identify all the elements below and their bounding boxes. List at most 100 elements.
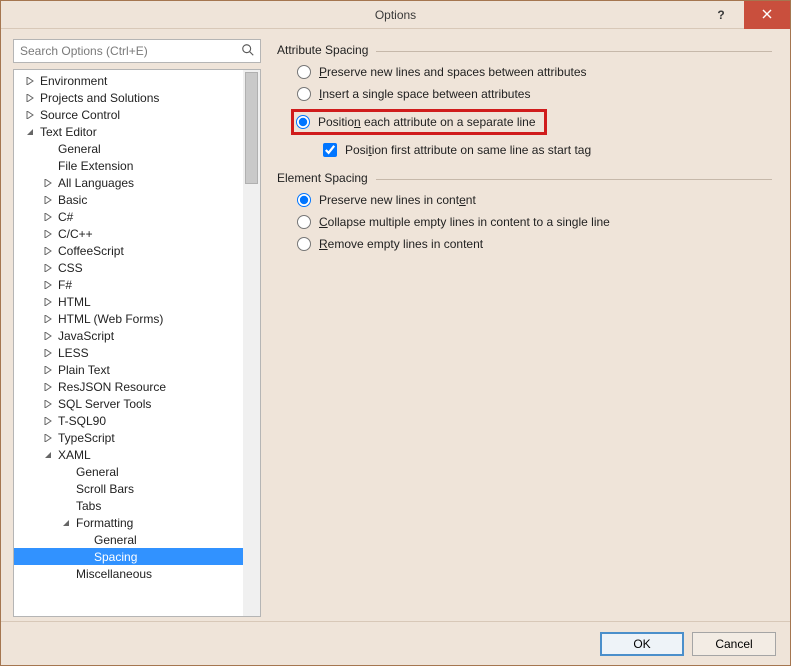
chevron-right-icon[interactable]: [42, 415, 54, 427]
chevron-right-icon[interactable]: [42, 228, 54, 240]
tree-node[interactable]: Basic: [14, 191, 243, 208]
checkbox-first-same-line[interactable]: [323, 143, 337, 157]
chevron-right-icon[interactable]: [42, 432, 54, 444]
dialog-body: EnvironmentProjects and SolutionsSource …: [1, 29, 790, 621]
tree-node-label: XAML: [56, 448, 91, 462]
tree-node[interactable]: CSS: [14, 259, 243, 276]
tree-scrollbar[interactable]: [243, 70, 260, 616]
tree-node[interactable]: LESS: [14, 344, 243, 361]
close-button[interactable]: [744, 1, 790, 29]
tree-node[interactable]: Spacing: [14, 548, 243, 565]
chevron-right-icon[interactable]: [42, 347, 54, 359]
tree-node[interactable]: HTML: [14, 293, 243, 310]
tree-node[interactable]: XAML: [14, 446, 243, 463]
chevron-right-icon[interactable]: [42, 194, 54, 206]
chevron-right-icon[interactable]: [42, 211, 54, 223]
close-icon: [762, 8, 772, 22]
category-tree[interactable]: EnvironmentProjects and SolutionsSource …: [14, 70, 243, 616]
tree-node[interactable]: TypeScript: [14, 429, 243, 446]
tree-node[interactable]: ResJSON Resource: [14, 378, 243, 395]
section-header: Element Spacing: [277, 171, 772, 185]
attr-opt-preserve[interactable]: Preserve new lines and spaces between at…: [297, 65, 772, 79]
chevron-down-icon[interactable]: [60, 517, 72, 529]
radio-label: Remove empty lines in content: [319, 237, 483, 251]
tree-node[interactable]: C#: [14, 208, 243, 225]
tree-node[interactable]: Text Editor: [14, 123, 243, 140]
tree-node[interactable]: CoffeeScript: [14, 242, 243, 259]
tree-node[interactable]: C/C++: [14, 225, 243, 242]
ok-button[interactable]: OK: [600, 632, 684, 656]
tree-node-label: Environment: [38, 74, 107, 88]
radio-preserve-content[interactable]: [297, 193, 311, 207]
elem-opt-remove[interactable]: Remove empty lines in content: [297, 237, 772, 251]
tree-node-label: C#: [56, 210, 73, 224]
radio-remove-lines[interactable]: [297, 237, 311, 251]
radio-collapse-lines[interactable]: [297, 215, 311, 229]
tree-node-label: Miscellaneous: [74, 567, 152, 581]
chevron-right-icon[interactable]: [42, 398, 54, 410]
attr-sub-first-same-line[interactable]: Position first attribute on same line as…: [323, 143, 772, 157]
chevron-right-icon[interactable]: [24, 75, 36, 87]
no-icon: [78, 551, 90, 563]
chevron-right-icon[interactable]: [42, 262, 54, 274]
search-input[interactable]: [13, 39, 261, 63]
chevron-right-icon[interactable]: [42, 177, 54, 189]
tree-node[interactable]: General: [14, 531, 243, 548]
tree-node[interactable]: General: [14, 140, 243, 157]
chevron-right-icon[interactable]: [24, 92, 36, 104]
tree-node[interactable]: Miscellaneous: [14, 565, 243, 582]
chevron-right-icon[interactable]: [42, 313, 54, 325]
chevron-down-icon[interactable]: [24, 126, 36, 138]
chevron-right-icon[interactable]: [42, 245, 54, 257]
tree-node-label: General: [74, 465, 119, 479]
chevron-down-icon[interactable]: [42, 449, 54, 461]
tree-node[interactable]: Formatting: [14, 514, 243, 531]
tree-node-label: Scroll Bars: [74, 482, 134, 496]
chevron-right-icon[interactable]: [42, 279, 54, 291]
search-icon: [241, 43, 255, 57]
chevron-right-icon[interactable]: [42, 381, 54, 393]
tree-node[interactable]: General: [14, 463, 243, 480]
tree-node[interactable]: Projects and Solutions: [14, 89, 243, 106]
help-icon: ?: [717, 8, 724, 22]
chevron-right-icon[interactable]: [42, 330, 54, 342]
radio-separate-line[interactable]: [296, 115, 310, 129]
no-icon: [60, 483, 72, 495]
attr-opt-separate-line[interactable]: Position each attribute on a separate li…: [291, 109, 772, 135]
tree-node[interactable]: Environment: [14, 72, 243, 89]
tree-node[interactable]: JavaScript: [14, 327, 243, 344]
element-spacing-section: Element Spacing Preserve new lines in co…: [277, 171, 772, 259]
no-icon: [42, 160, 54, 172]
chevron-right-icon[interactable]: [24, 109, 36, 121]
tree-node[interactable]: All Languages: [14, 174, 243, 191]
tree-node-label: Tabs: [74, 499, 101, 513]
radio-preserve-attr[interactable]: [297, 65, 311, 79]
tree-node[interactable]: File Extension: [14, 157, 243, 174]
elem-opt-collapse[interactable]: Collapse multiple empty lines in content…: [297, 215, 772, 229]
tree-node[interactable]: T-SQL90: [14, 412, 243, 429]
tree-node[interactable]: F#: [14, 276, 243, 293]
tree-node-label: Text Editor: [38, 125, 97, 139]
chevron-right-icon[interactable]: [42, 296, 54, 308]
attr-opt-insert-space[interactable]: Insert a single space between attributes: [297, 87, 772, 101]
elem-opt-preserve[interactable]: Preserve new lines in content: [297, 193, 772, 207]
tree-node[interactable]: Plain Text: [14, 361, 243, 378]
section-header: Attribute Spacing: [277, 43, 772, 57]
tree-node[interactable]: Source Control: [14, 106, 243, 123]
settings-panel: Attribute Spacing Preserve new lines and…: [273, 39, 778, 617]
tree-node[interactable]: Tabs: [14, 497, 243, 514]
radio-label: Insert a single space between attributes: [319, 87, 530, 101]
tree-node[interactable]: HTML (Web Forms): [14, 310, 243, 327]
section-rule: [376, 179, 772, 180]
left-panel: EnvironmentProjects and SolutionsSource …: [13, 39, 261, 617]
radio-insert-space[interactable]: [297, 87, 311, 101]
tree-node[interactable]: Scroll Bars: [14, 480, 243, 497]
chevron-right-icon[interactable]: [42, 364, 54, 376]
cancel-button[interactable]: Cancel: [692, 632, 776, 656]
category-tree-box: EnvironmentProjects and SolutionsSource …: [13, 69, 261, 617]
radio-label: Preserve new lines and spaces between at…: [319, 65, 587, 79]
tree-node[interactable]: SQL Server Tools: [14, 395, 243, 412]
tree-node-label: C/C++: [56, 227, 93, 241]
options-dialog: Options ? EnvironmentProjects and Soluti…: [0, 0, 791, 666]
help-button[interactable]: ?: [698, 1, 744, 29]
